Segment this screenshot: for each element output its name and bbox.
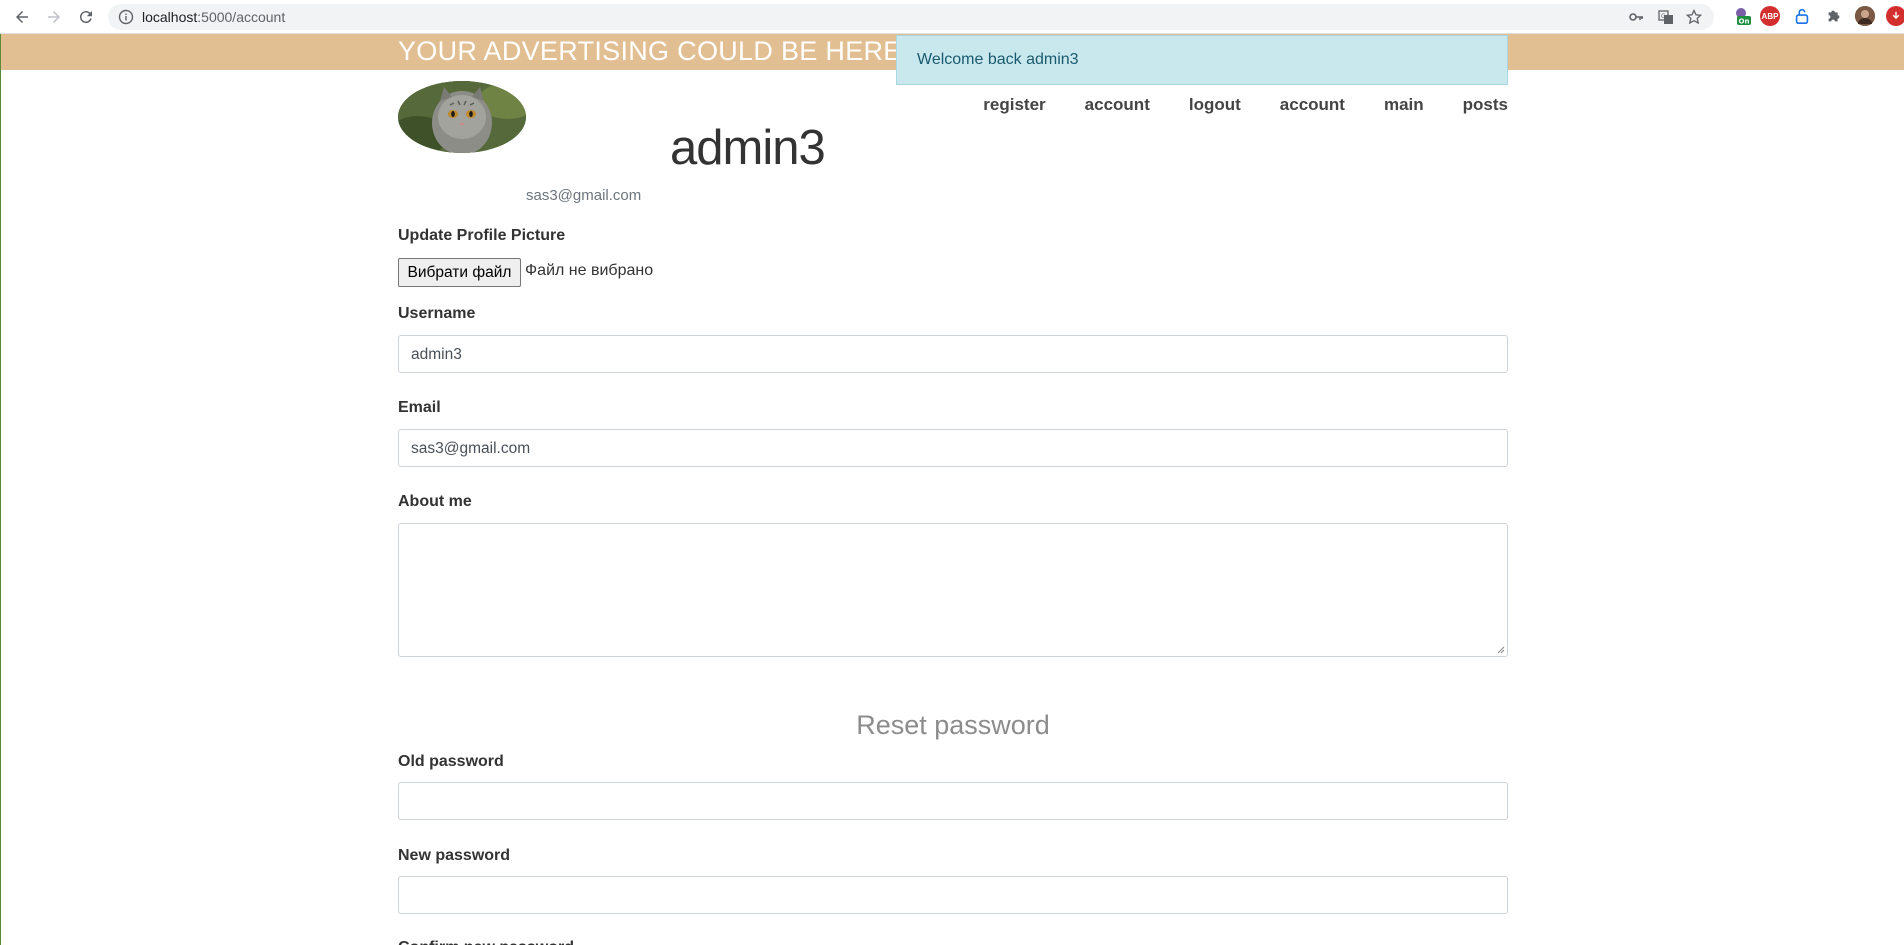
old-password-label: Old password [398, 753, 504, 770]
main-nav: register account logout account main pos… [944, 95, 1508, 115]
nav-link-main[interactable]: main [1384, 95, 1424, 115]
nav-link-logout[interactable]: logout [1189, 95, 1241, 115]
email-input-value: sas3@gmail.com [411, 440, 531, 457]
profile-username-heading: admin3 [670, 121, 826, 175]
username-label: Username [398, 305, 476, 322]
cat-photo-icon [398, 81, 526, 153]
key-icon[interactable] [1628, 9, 1644, 25]
translate-icon[interactable]: G [1658, 9, 1674, 25]
nav-link-account-2[interactable]: account [1280, 95, 1345, 115]
on-extension-icon[interactable]: On [1733, 6, 1753, 26]
url-path: :5000/account [197, 9, 286, 25]
nav-link-posts[interactable]: posts [1463, 95, 1508, 115]
abp-extension-label: ABP [1761, 11, 1779, 21]
about-textarea[interactable] [398, 523, 1508, 657]
url-host: localhost [142, 9, 198, 25]
username-input[interactable]: admin3 [398, 335, 1508, 373]
choose-file-button[interactable]: Вибрати файл [398, 258, 521, 287]
flash-message-text: Welcome back admin3 [917, 51, 1079, 68]
page-edge-line [0, 34, 1, 945]
about-label: About me [398, 493, 472, 510]
reload-icon[interactable] [74, 5, 98, 29]
confirm-password-label: Confirm new password [398, 939, 574, 945]
address-bar[interactable]: localhost:5000/account G [108, 4, 1714, 30]
lock-extension-icon[interactable] [1792, 6, 1812, 26]
back-arrow-icon[interactable] [10, 5, 34, 29]
nav-link-account[interactable]: account [1085, 95, 1150, 115]
nav-link-register[interactable]: register [983, 95, 1045, 115]
profile-avatar [398, 81, 526, 153]
on-extension-label: On [1739, 18, 1750, 26]
resize-grip-icon[interactable] [1496, 645, 1505, 654]
email-label: Email [398, 399, 441, 416]
ad-banner-text: YOUR ADVERTISING COULD BE HERE [398, 36, 902, 66]
flash-message: Welcome back admin3 [896, 35, 1508, 85]
forward-arrow-icon[interactable] [42, 5, 66, 29]
star-icon[interactable] [1685, 8, 1703, 25]
svg-text:G: G [1661, 13, 1666, 20]
browser-toolbar: localhost:5000/account G On ABP [0, 0, 1904, 34]
reset-password-heading: Reset password [856, 710, 1050, 740]
site-info-icon[interactable] [118, 9, 134, 25]
puzzle-icon[interactable] [1824, 6, 1844, 26]
url-text[interactable]: localhost:5000/account [142, 9, 285, 25]
red-extension-icon[interactable] [1886, 6, 1904, 26]
old-password-input[interactable] [398, 782, 1508, 820]
profile-email-text: sas3@gmail.com [526, 187, 642, 204]
new-password-label: New password [398, 847, 511, 864]
email-input[interactable]: sas3@gmail.com [398, 429, 1508, 467]
new-password-input[interactable] [398, 876, 1508, 914]
picture-label: Update Profile Picture [398, 227, 566, 244]
file-status-text: Файл не вибрано [525, 262, 654, 279]
abp-extension-icon[interactable]: ABP [1760, 6, 1780, 26]
username-input-value: admin3 [411, 346, 462, 363]
profile-avatar-icon[interactable] [1855, 6, 1875, 26]
